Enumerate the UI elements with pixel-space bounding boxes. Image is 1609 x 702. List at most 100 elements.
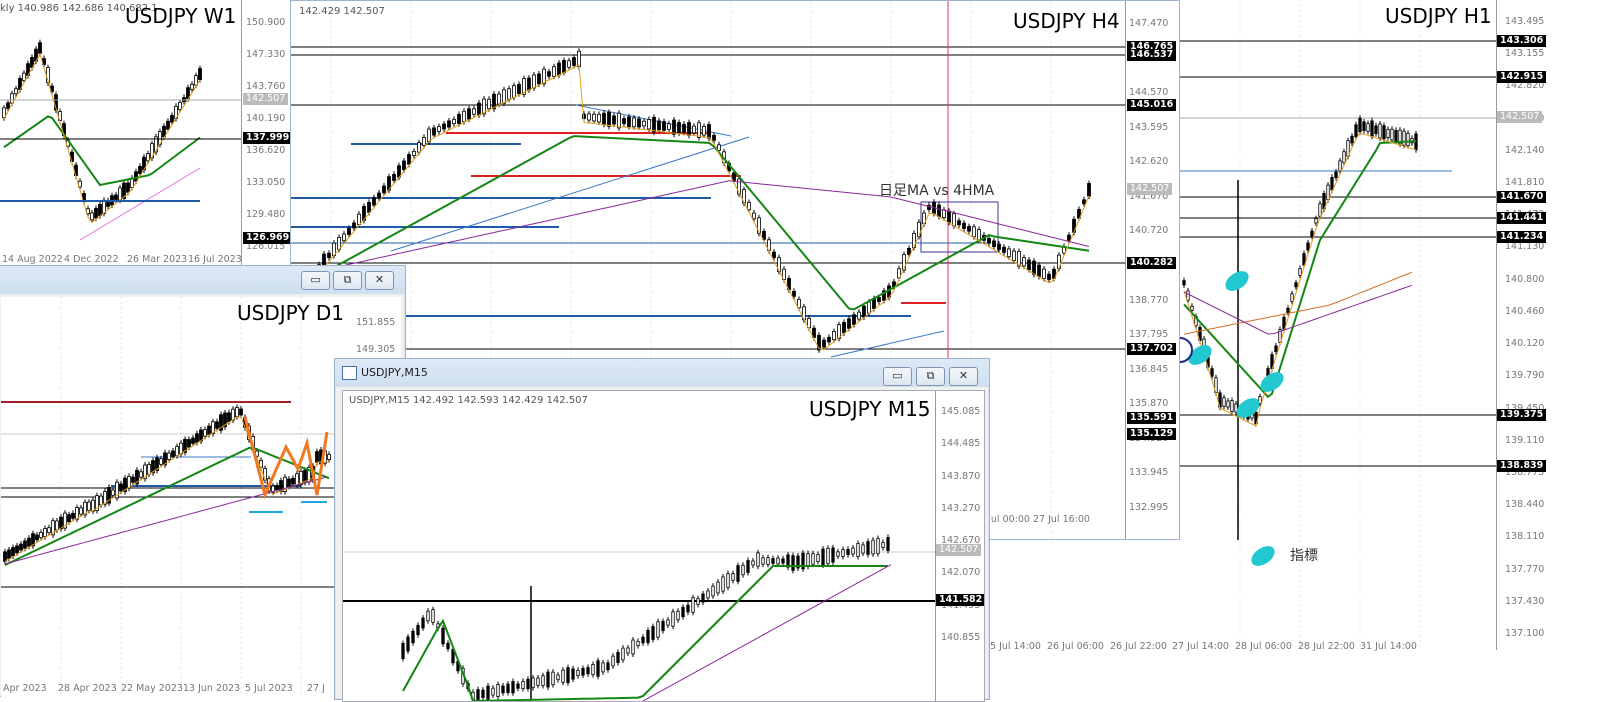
m15-price-plot[interactable] [343, 391, 984, 701]
price-tag-label: 143.306 [1497, 35, 1547, 47]
d1-candle [207, 425, 211, 435]
h4-candle [822, 339, 826, 348]
close-button[interactable]: ✕ [949, 367, 978, 386]
m15-candle [711, 585, 715, 597]
price-tick-label: 139.790 [1505, 370, 1545, 382]
h4-candle [437, 126, 441, 132]
h4-candle [342, 233, 346, 242]
price-tick-label: 136.620 [246, 145, 286, 156]
m15-candle [756, 552, 760, 567]
price-tick-label: 140.800 [1505, 273, 1545, 285]
h1-chart-window[interactable]: USDJPY H1 143.495143.155142.820142.48014… [1180, 0, 1609, 650]
d1-candle [43, 528, 47, 537]
h4-candle [657, 120, 661, 131]
m15-candle [871, 539, 875, 555]
m15-candle [686, 604, 690, 613]
h4-candle [1042, 268, 1046, 279]
h1-candle [1354, 124, 1358, 138]
h4-candle [1047, 273, 1051, 280]
m15-candle [536, 677, 540, 686]
price-tag-label: 142.507 [1497, 111, 1543, 123]
d1-candle [215, 421, 219, 429]
price-tick-label: 150.900 [246, 17, 286, 28]
h4-candle [992, 240, 996, 248]
m15-chart-window[interactable]: USDJPY,M15 142.492 142.593 142.429 142.5… [342, 390, 985, 702]
h4-candle [862, 305, 866, 318]
m15-candle [776, 557, 780, 565]
h4-candle [1082, 199, 1086, 205]
h1-price-axis[interactable] [1496, 0, 1557, 650]
m15-candle [741, 564, 745, 576]
h4-candle [877, 297, 881, 303]
price-tick-label: 135.870 [1129, 398, 1169, 410]
d1-candle [11, 547, 15, 557]
m15-candle [721, 576, 725, 592]
h4-candle [367, 202, 371, 213]
minimize-button[interactable]: ▭ [883, 367, 912, 386]
m15-candle [861, 544, 865, 554]
date-axis-label: Apr 2023 [3, 683, 47, 694]
price-tick-label: 140.460 [1505, 305, 1545, 317]
h4-candle [732, 172, 736, 182]
m15-candle [866, 541, 870, 555]
m15-candle [831, 547, 835, 563]
close-button[interactable]: ✕ [365, 271, 394, 290]
m15-candle [716, 581, 720, 594]
w1-candle [178, 101, 182, 111]
h4-candle [652, 116, 656, 133]
m15-candle [646, 629, 650, 644]
h4-candle [962, 222, 966, 229]
d1-chart-title: USDJPY D1 [237, 301, 344, 325]
h4-candle [607, 111, 611, 127]
date-axis-label: 27 J [307, 683, 325, 694]
m15-window-frame[interactable]: USDJPY,M15 ▭ ⧉ ✕ USDJPY,M15 142.492 142.… [334, 358, 990, 702]
m15-candle [846, 548, 850, 556]
h4-candle [502, 89, 506, 104]
minimize-button[interactable]: ▭ [301, 271, 330, 290]
m15-candle [781, 558, 785, 564]
h4-candle [762, 230, 766, 240]
date-axis-label: 16 Jul 2023 [188, 254, 242, 265]
m15-candle [651, 626, 655, 640]
d1-candle [235, 407, 239, 418]
price-tick-label: 143.155 [1505, 48, 1545, 60]
w1-chart-window[interactable]: kly 140.986 142.686 140.682 1 USDJPY W1 … [0, 0, 290, 265]
m15-candle [591, 664, 595, 676]
h4-candle [357, 213, 361, 226]
h1-candle [1310, 230, 1314, 237]
h4-candle [477, 102, 481, 116]
h4-candle [997, 243, 1001, 250]
m15-candle [401, 643, 405, 659]
price-tag-label: 142.507 [1127, 183, 1173, 195]
price-tag-label: 141.582 [936, 594, 984, 606]
d1-candle [327, 454, 331, 460]
restore-button[interactable]: ⧉ [916, 367, 945, 386]
h4-candle [592, 113, 596, 122]
w1-candle [114, 194, 118, 200]
restore-button[interactable]: ⧉ [333, 271, 362, 290]
h4-candle [1012, 250, 1016, 261]
m15-candle [426, 610, 430, 622]
w1-candle [166, 120, 170, 130]
h4-annotation-ma: 日足MA vs 4HMA [879, 183, 995, 199]
m15-candle [496, 684, 500, 697]
m15-candle [811, 553, 815, 565]
h1-candle [1382, 125, 1386, 140]
h4-candle [567, 60, 571, 68]
h4-candle [752, 212, 756, 220]
h4-candle [637, 118, 641, 128]
m15-candle [441, 627, 445, 645]
d1-candle [67, 514, 71, 523]
d1-candle [71, 513, 75, 519]
h1-highlight-marker [1251, 546, 1275, 566]
price-tag-label: 137.999 [243, 132, 290, 144]
m15-candle [491, 687, 495, 696]
h4-candle [527, 77, 531, 91]
date-axis-label: 27 Jul 16:00 [1033, 514, 1090, 525]
m15-candle [601, 662, 605, 673]
m15-candle [676, 610, 680, 621]
m15-candle [606, 662, 610, 671]
w1-candle [98, 203, 102, 217]
w1-candle [170, 115, 174, 123]
h4-candle [457, 113, 461, 125]
